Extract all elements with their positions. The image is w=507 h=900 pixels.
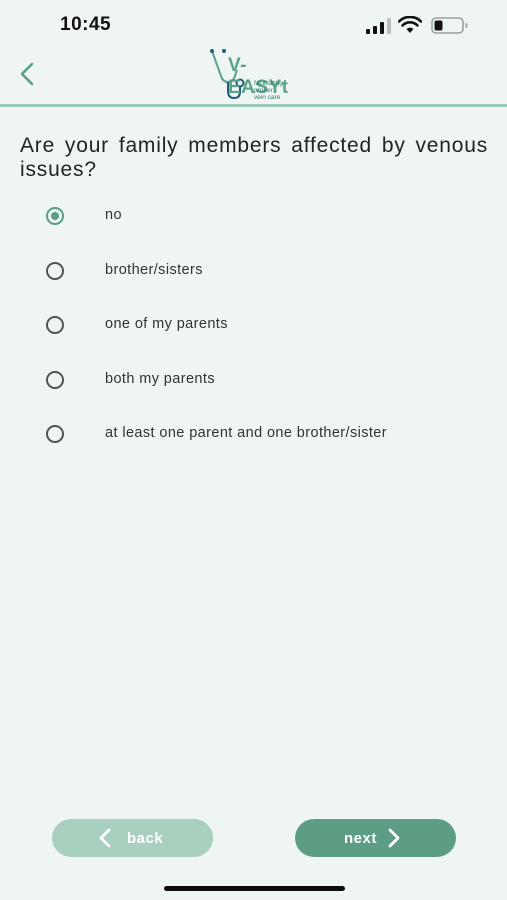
- radio-button[interactable]: [46, 316, 64, 334]
- chevron-left-icon: [99, 828, 111, 848]
- next-button[interactable]: next: [295, 819, 456, 857]
- option-parent-and-sibling[interactable]: at least one parent and one brother/sist…: [44, 417, 484, 453]
- radio-button[interactable]: [46, 371, 64, 389]
- logo-tagline-line: proper: [254, 87, 273, 94]
- cellular-signal-icon: [366, 18, 391, 34]
- option-both-parents[interactable]: both my parents: [44, 363, 484, 399]
- option-label: at least one parent and one brother/sist…: [105, 425, 387, 441]
- app-logo: V-EASYt facilitating proper vein care: [206, 46, 306, 102]
- option-label: brother/sisters: [105, 262, 203, 278]
- back-button[interactable]: back: [52, 819, 213, 857]
- app-header: V-EASYt facilitating proper vein care: [0, 44, 507, 104]
- status-time: 10:45: [60, 14, 112, 35]
- question-title: Are your family members affected by veno…: [20, 134, 488, 181]
- logo-tagline-line: facilitating: [254, 80, 283, 87]
- home-indicator[interactable]: [164, 886, 345, 891]
- battery-icon: [431, 17, 468, 34]
- option-one-parent[interactable]: one of my parents: [44, 308, 484, 344]
- radio-button-selected[interactable]: [46, 207, 64, 225]
- next-button-label: next: [344, 830, 377, 847]
- chevron-right-icon: [388, 828, 400, 848]
- option-brother-sisters[interactable]: brother/sisters: [44, 254, 484, 290]
- header-divider: [0, 104, 507, 107]
- chevron-left-icon[interactable]: [16, 60, 38, 88]
- logo-tagline-line: vein care: [254, 94, 281, 101]
- option-no[interactable]: no: [44, 199, 484, 235]
- option-label: one of my parents: [105, 316, 228, 332]
- radio-button[interactable]: [46, 425, 64, 443]
- radio-button[interactable]: [46, 262, 64, 280]
- option-label: both my parents: [105, 371, 215, 387]
- option-label: no: [105, 207, 122, 223]
- back-button-label: back: [127, 830, 164, 847]
- status-bar: 10:45: [0, 0, 507, 50]
- wifi-icon: [398, 16, 422, 33]
